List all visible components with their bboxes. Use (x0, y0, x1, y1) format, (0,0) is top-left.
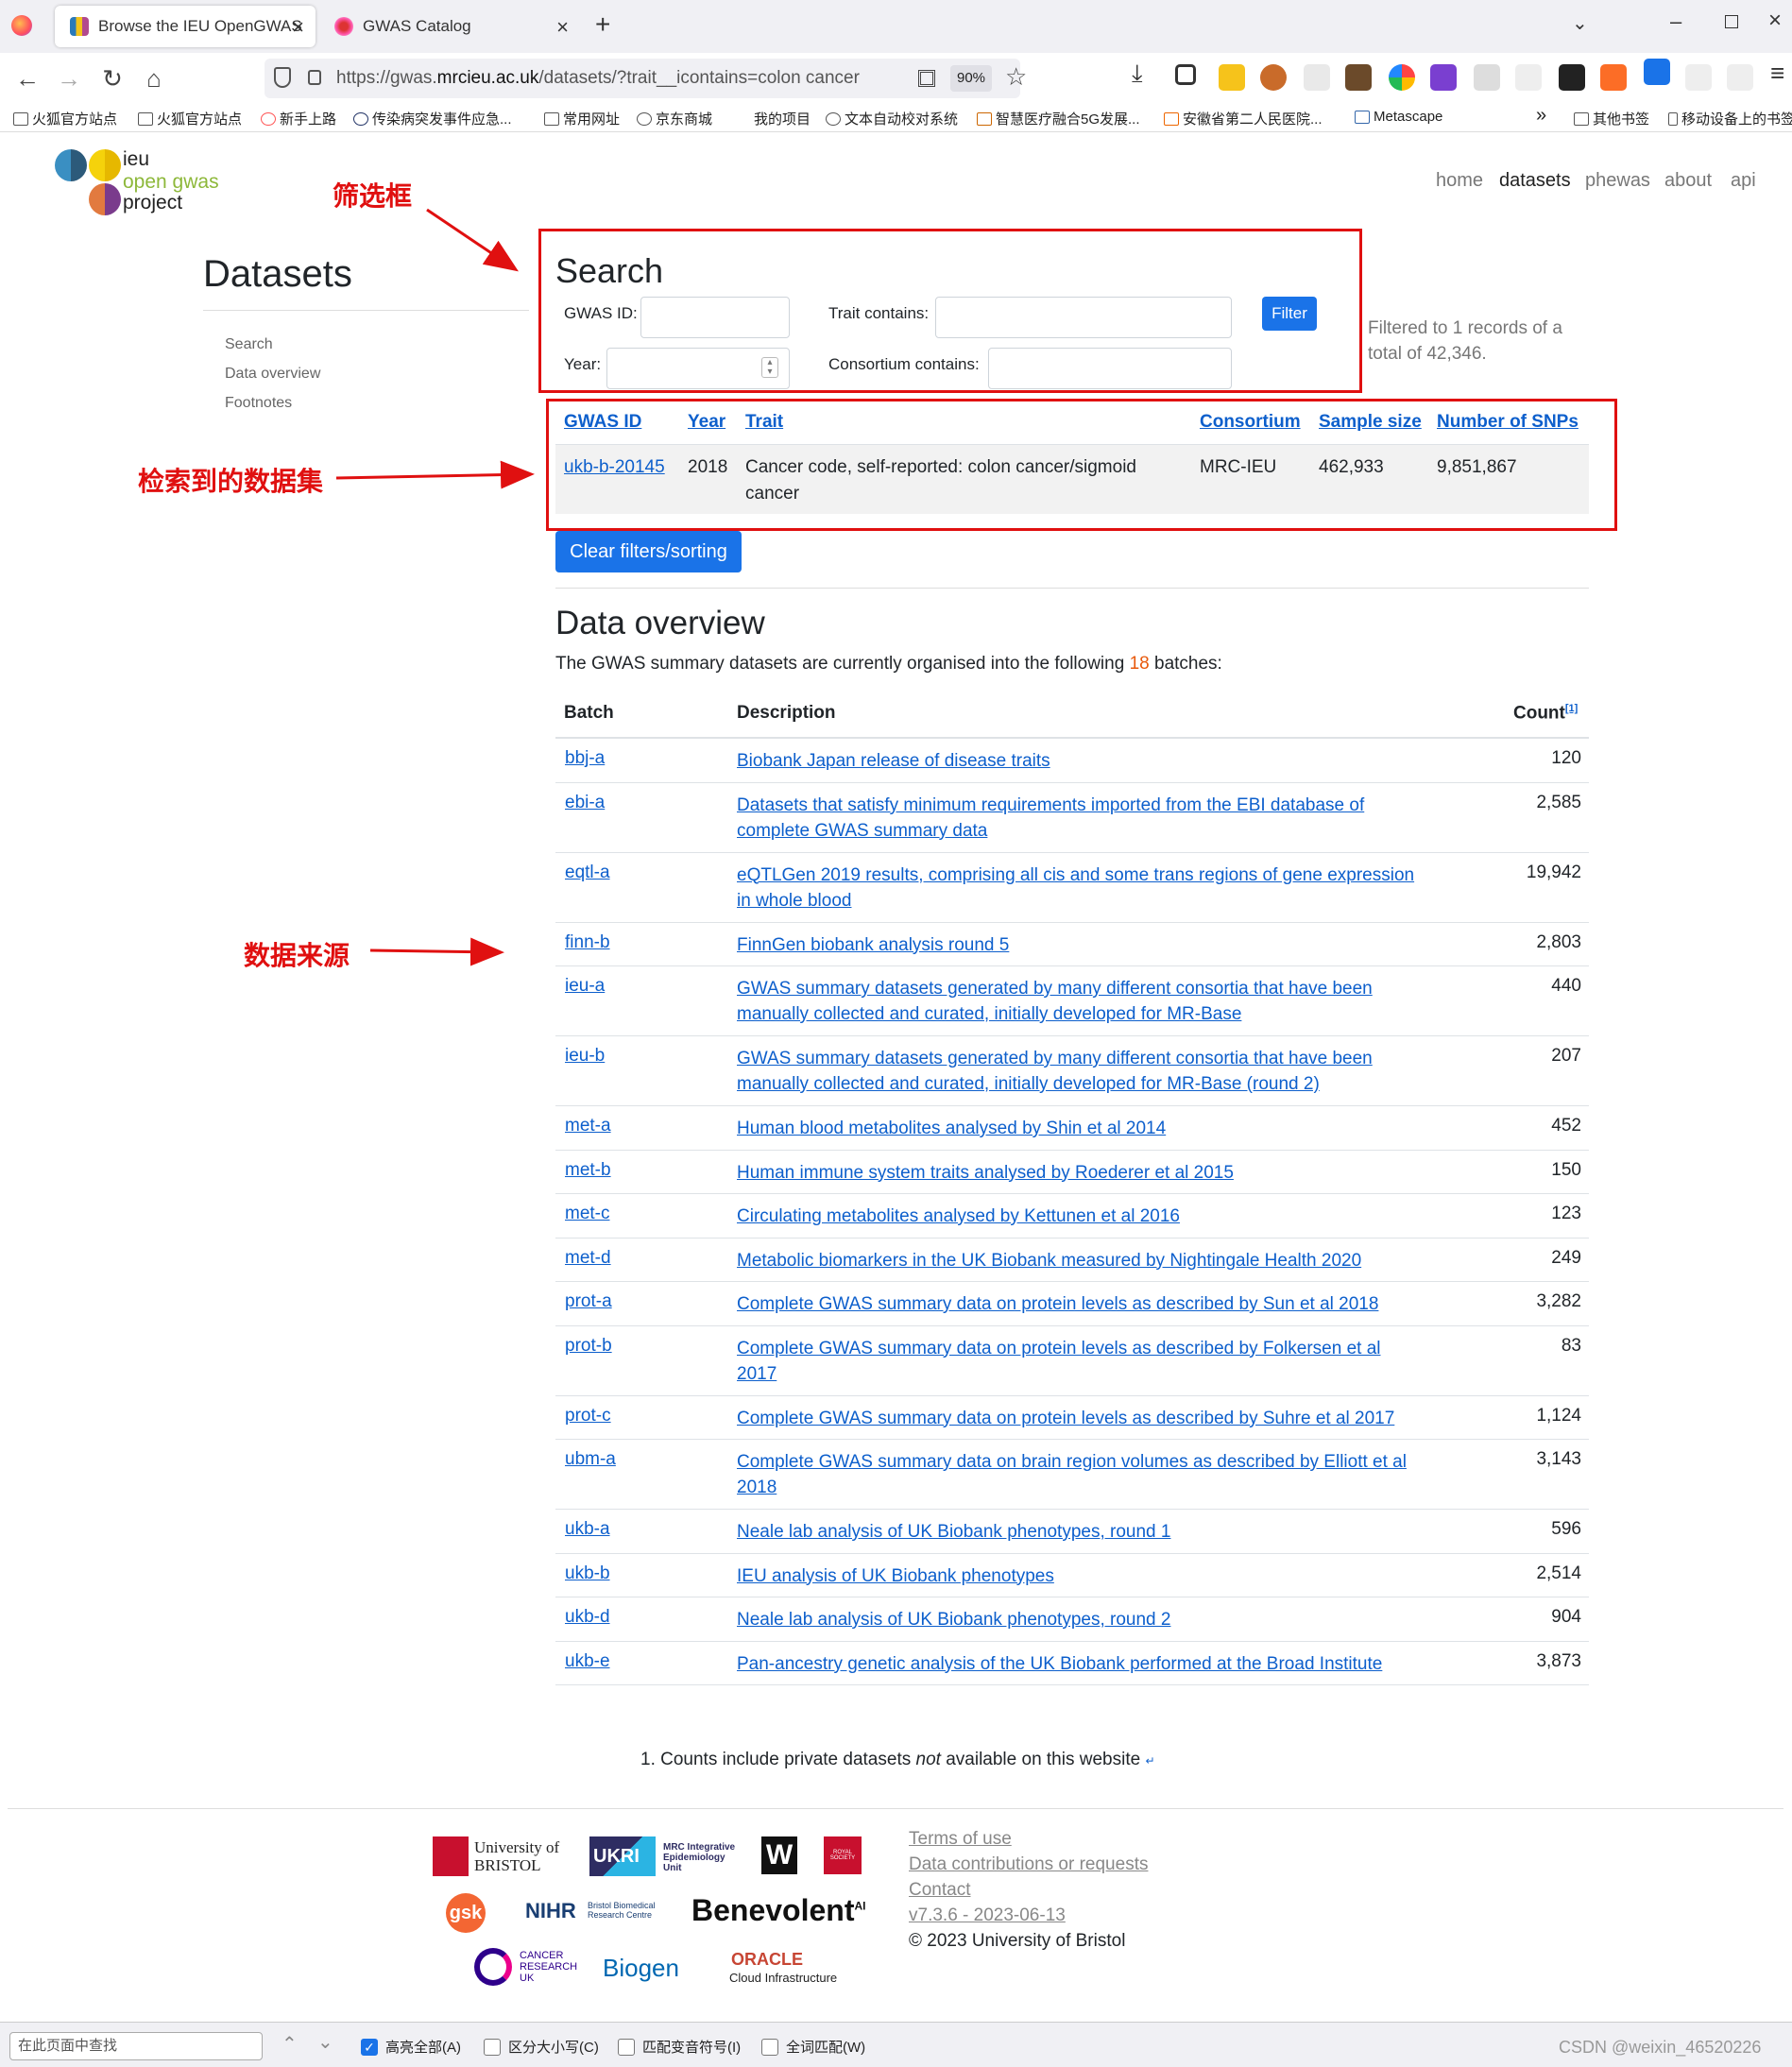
arrow-data-source (369, 937, 504, 966)
arrow-filter-box (426, 208, 519, 272)
annotation-arrows (335, 208, 535, 966)
arrow-datasets-found (335, 460, 535, 489)
